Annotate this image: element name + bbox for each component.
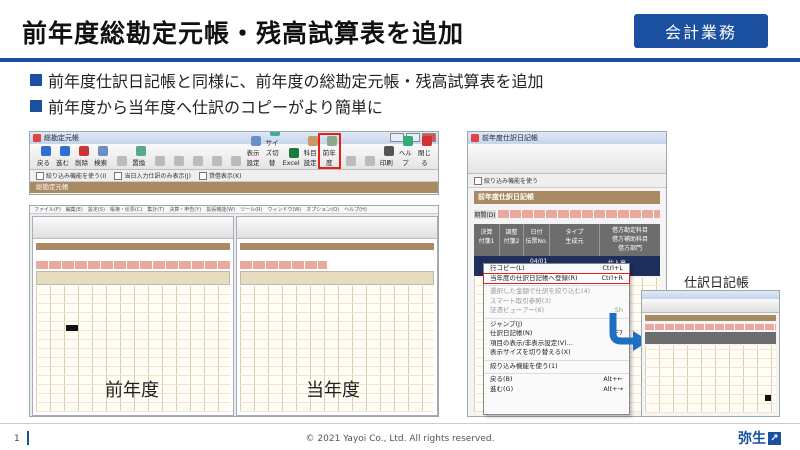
toolbar-button[interactable]: 戻る: [34, 145, 53, 167]
toolbar-button[interactable]: 表示設定: [244, 135, 263, 167]
option-checkbox[interactable]: 貸借表示(K): [199, 171, 242, 181]
menu-item-label: 選択した金額で仕訳を絞り込む(4): [490, 287, 591, 295]
options-row: 絞り込み機能を使う(I) 当日入力仕訳のみ表示(J) 貸借表示(K): [30, 170, 438, 182]
toolbar-button[interactable]: [224, 155, 243, 167]
footer-rule: [0, 423, 800, 424]
toolbar-button[interactable]: 科目設定: [301, 135, 320, 167]
toolbar-button[interactable]: [205, 155, 224, 167]
table-header: 決算 付箋1 調整 付箋2 日付 伝票No. タイプ 生成元 借方勘定科目 借方補助科目借…: [474, 224, 660, 256]
menu-item[interactable]: 選択した金額で仕訳を絞り込む(4): [484, 287, 629, 297]
title-rule: [0, 58, 800, 62]
menu-item-label: 表示サイズを切り替える(X): [490, 348, 571, 356]
yayoi-logo: 弥生 ↗: [738, 428, 781, 448]
option-checkbox[interactable]: 絞り込み機能を使う: [474, 176, 538, 186]
toolbar-button[interactable]: [167, 155, 186, 167]
menu-item-label: ジャンプ(J): [490, 319, 523, 328]
option-checkbox[interactable]: 当日入力仕訳のみ表示(J): [114, 171, 190, 181]
menu-item-label: 項目の表示/非表示設定(V)...: [490, 338, 573, 347]
window-titlebar: 総勘定元帳: [30, 132, 438, 144]
selected-cell: [765, 395, 771, 401]
menu-bar: ファイル(F) 編集(E) 設定(S) 帳簿・伝票(C) 集計(T) 決算・申告…: [30, 206, 438, 214]
menu-item-shortcut: Ctrl+L: [602, 264, 623, 272]
journal-screenshot: [641, 290, 780, 417]
period-row: [240, 261, 327, 269]
toolbar-button[interactable]: 検索: [91, 145, 110, 167]
menu-separator: [484, 283, 629, 286]
selected-cell: [66, 325, 78, 331]
toolbar-button[interactable]: [186, 155, 205, 167]
menu-item-label: 当年度の仕訳日記帳へ登録(R): [490, 273, 578, 282]
menu-item-label: 行コピー(L): [490, 264, 525, 272]
menu-item-label: 戻る(B): [490, 375, 513, 383]
table-header: [240, 271, 434, 285]
bullet-item: 前年度仕訳日記帳と同様に、前年度の総勘定元帳・残高試算表を追加: [30, 68, 544, 92]
pane-toolbar: [33, 217, 233, 239]
category-badge: 会計業務: [634, 14, 768, 48]
menu-item[interactable]: 当年度の仕訳日記帳へ登録(R) Ctrl+R: [483, 272, 630, 284]
menu-separator: [484, 358, 629, 361]
period-row: [645, 324, 776, 330]
options-row: 絞り込み機能を使う: [468, 174, 666, 188]
toolbar: [642, 299, 779, 313]
prev-year-label: 前年度: [105, 380, 159, 401]
pane-section-header: [240, 243, 434, 250]
section-header: [645, 315, 776, 321]
menu-item-label: 進む(G): [490, 384, 514, 393]
journal-label: 仕訳日記帳: [684, 276, 750, 291]
journal-table[interactable]: [645, 346, 776, 413]
toolbar-button[interactable]: ヘルプ: [396, 135, 415, 167]
toolbar-button[interactable]: [110, 155, 129, 167]
square-bullet-icon: [30, 100, 42, 112]
toolbar-button[interactable]: 置換: [129, 145, 148, 167]
period-row: [36, 261, 230, 269]
menu-item-shortcut: Ctrl+R: [601, 273, 623, 282]
table-header: [36, 271, 230, 285]
table-header: [645, 332, 776, 344]
square-bullet-icon: [30, 74, 42, 86]
menu-item[interactable]: 戻る(B) Alt+←: [484, 375, 629, 385]
toolbar-button[interactable]: サイズ切替: [263, 132, 282, 167]
app-icon: [33, 134, 41, 142]
menu-item-shortcut: Alt+→: [603, 384, 623, 393]
menu-item-shortcut: Alt+←: [603, 375, 623, 383]
toolbar-button[interactable]: [358, 155, 377, 167]
toolbar-button[interactable]: 前年度: [317, 133, 341, 169]
toolbar-button[interactable]: [339, 155, 358, 167]
toolbar-button[interactable]: Excel: [282, 147, 301, 167]
ledger-screenshot: 総勘定元帳 戻る 進む 削除 検索 置換 表示設定 サイズ切替 Excel 科目設定 前年度 印刷ヘ…: [29, 131, 439, 195]
menu-item-label: スマート取引参照(3): [490, 296, 552, 305]
pane-toolbar: [237, 217, 437, 239]
toolbar-button[interactable]: 削除: [72, 145, 91, 167]
toolbar-button[interactable]: 進む: [53, 145, 72, 167]
option-checkbox[interactable]: 絞り込み機能を使う(I): [36, 171, 106, 181]
toolbar-button[interactable]: 閉じる: [415, 135, 434, 167]
menu-item[interactable]: スマート取引参照(3): [484, 297, 629, 307]
period-row: 期間(D): [474, 209, 660, 219]
current-year-label: 当年度: [306, 380, 360, 401]
pane-section-header: [36, 243, 230, 250]
app-icon: [471, 134, 479, 142]
section-header: 総勘定元帳: [30, 182, 438, 193]
slide-title: 前年度総勘定元帳・残高試算表を追加: [22, 19, 465, 48]
window-titlebar: [642, 291, 779, 299]
logo-mark-icon: ↗: [768, 431, 781, 445]
toolbar-button[interactable]: 印刷: [377, 145, 396, 167]
menu-item[interactable]: 絞り込み機能を使う(1): [484, 362, 629, 372]
window-titlebar: 前年度仕訳日記帳: [468, 132, 666, 144]
menu-item-label: 仕訳日記帳(N): [490, 329, 533, 337]
period-tabs[interactable]: [498, 210, 660, 218]
toolbar-button[interactable]: [148, 155, 167, 167]
toolbar: [468, 144, 666, 174]
copyright: © 2021 Yayoi Co., Ltd. All rights reserv…: [305, 434, 495, 444]
menu-item-label: 絞り込み機能を使う(1): [490, 361, 558, 370]
menu-separator: [484, 371, 629, 374]
section-header: 前年度仕訳日記帳: [474, 191, 660, 204]
menu-item-label: 証憑ビューアー(6): [490, 306, 545, 314]
comparison-screenshot: ファイル(F) 編集(E) 設定(S) 帳簿・伝票(C) 集計(T) 決算・申告…: [29, 205, 439, 417]
bullet-item: 前年度から当年度へ仕訳のコピーがより簡単に: [30, 94, 383, 118]
toolbar: 戻る 進む 削除 検索 置換 表示設定 サイズ切替 Excel 科目設定 前年度 印刷 ヘルプ 閉じる: [30, 132, 438, 170]
menu-item[interactable]: 行コピー(L) Ctrl+L: [484, 264, 629, 274]
menu-item[interactable]: 進む(G) Alt+→: [484, 385, 629, 395]
